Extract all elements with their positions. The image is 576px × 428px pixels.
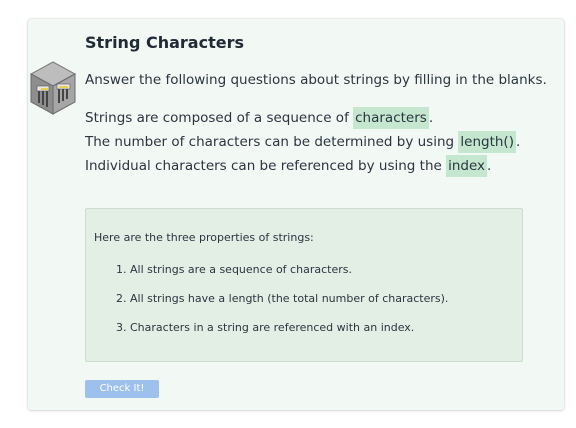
properties-list: 1. All strings are a sequence of charact…	[116, 263, 448, 350]
question-row: Individual characters can be referenced …	[85, 154, 520, 178]
answer-blank[interactable]: index	[446, 155, 488, 177]
check-it-button[interactable]: Check It!	[85, 380, 159, 398]
question-text: Individual characters can be referenced …	[85, 158, 447, 174]
question-text: Strings are composed of a sequence of	[85, 110, 354, 126]
info-lead-text: Here are the three properties of strings…	[94, 231, 314, 244]
question-text: The number of characters can be determin…	[85, 134, 459, 150]
exercise-card: String Characters Answer the following q…	[28, 19, 564, 410]
page-title: String Characters	[85, 33, 244, 52]
instructions-text: Answer the following questions about str…	[85, 72, 547, 88]
list-item: 2. All strings have a length (the total …	[116, 292, 449, 305]
question-suffix: .	[515, 134, 521, 150]
list-item: 3. Characters in a string are referenced…	[116, 321, 415, 334]
fill-in-questions: Strings are composed of a sequence of ch…	[85, 106, 520, 178]
info-panel: Here are the three properties of strings…	[85, 208, 523, 362]
question-suffix: .	[428, 110, 434, 126]
answer-blank[interactable]: length()	[458, 131, 516, 153]
question-row: Strings are composed of a sequence of ch…	[85, 106, 520, 130]
cube-with-pipes-icon	[29, 61, 77, 115]
list-item: 1. All strings are a sequence of charact…	[116, 263, 352, 276]
question-row: The number of characters can be determin…	[85, 130, 520, 154]
answer-blank[interactable]: characters	[353, 107, 429, 129]
question-suffix: .	[487, 158, 492, 174]
